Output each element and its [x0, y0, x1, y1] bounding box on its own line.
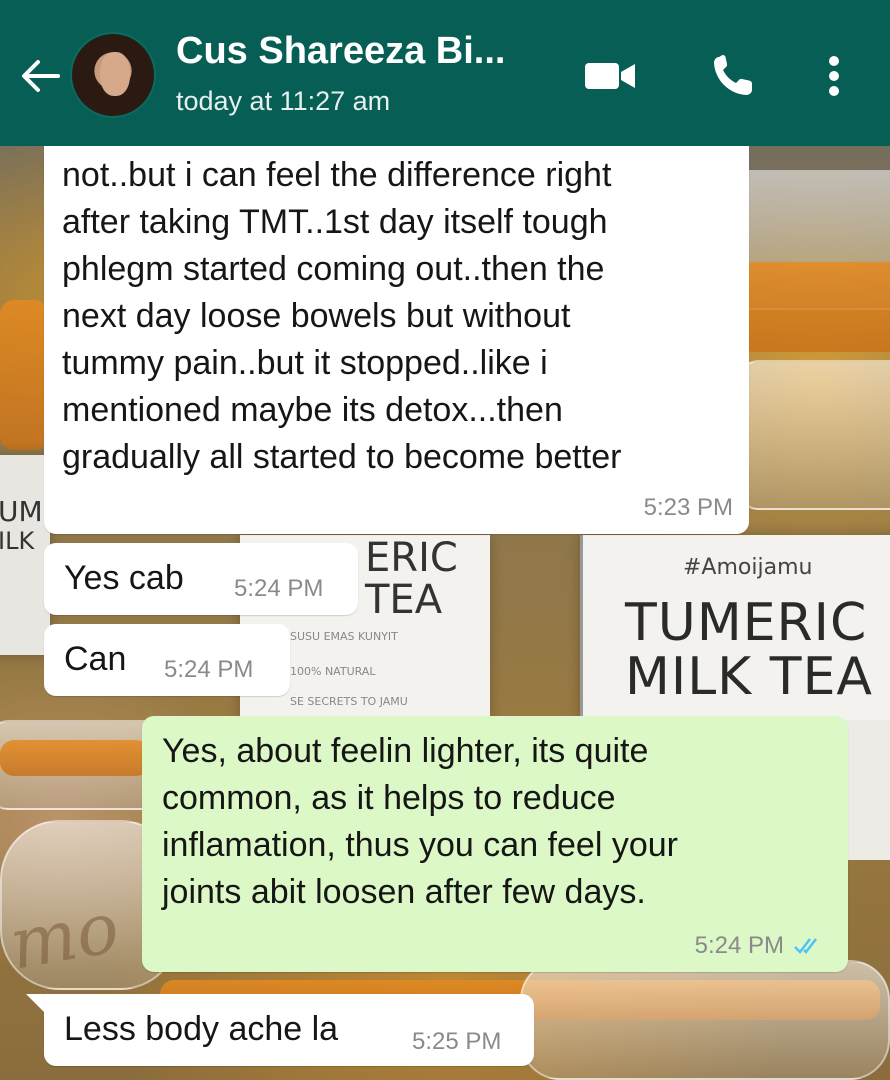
jar-glass-decor: [520, 960, 890, 1080]
label-text: ERIC: [365, 535, 458, 581]
jar-glass-decor: [740, 360, 890, 510]
voice-call-button[interactable]: [703, 48, 763, 104]
message-timestamp: 5:25 PM: [412, 1028, 502, 1055]
message-bubble-outgoing[interactable]: Yes, about feelin lighter, its quite com…: [142, 716, 848, 972]
avatar-face: [100, 52, 130, 96]
message-text: Yes, about feelin lighter, its quite com…: [162, 728, 678, 916]
label-hashtag: #Amoijamu: [683, 555, 813, 580]
last-seen-status: today at 11:27 am: [176, 86, 391, 116]
contact-name[interactable]: Cus Shareeza Bi...: [176, 30, 505, 73]
back-button[interactable]: [14, 48, 66, 104]
video-camera-icon: [585, 63, 635, 89]
label-text: UM: [0, 495, 43, 528]
contact-avatar[interactable]: [70, 32, 156, 118]
message-line: after taking TMT..1st day itself tough: [62, 203, 608, 241]
more-options-button[interactable]: [806, 48, 862, 104]
arrow-left-icon: [22, 60, 60, 92]
jar-label-left: UM ILK: [0, 455, 50, 655]
label-small-text: SE SECRETS TO JAMU: [290, 695, 408, 708]
label-small-text: SUSU EMAS KUNYIT: [290, 630, 398, 643]
message-line: gradually all started to become better: [62, 438, 622, 476]
message-line: next day loose bowels but without: [62, 297, 571, 335]
label-text: MILK TEA: [625, 647, 873, 707]
message-timestamp: 5:23 PM: [643, 494, 733, 521]
label-text: TEA: [365, 577, 443, 623]
message-timestamp: 5:24 PM: [234, 575, 324, 602]
message-line: tummy pain..but it stopped..like i: [62, 344, 548, 382]
message-line: inflamation, thus you can feel your: [162, 826, 678, 864]
message-line: not..but i can feel the difference right: [62, 156, 612, 194]
jar-turmeric-decor: [0, 740, 150, 776]
message-line: phlegm started coming out..then the: [62, 250, 605, 288]
double-check-icon: [794, 938, 817, 954]
message-text: Can: [64, 640, 127, 678]
message-bubble-incoming[interactable]: Can 5:24 PM: [44, 624, 290, 696]
label-text: ILK: [0, 527, 35, 555]
message-text: not..but i can feel the difference right…: [62, 152, 621, 481]
jar-label-right: #Amoijamu TUMERIC MILK TEA: [580, 535, 890, 720]
phone-icon: [714, 55, 752, 95]
message-line: Yes, about feelin lighter, its quite: [162, 732, 649, 770]
message-line: mentioned maybe its detox...then: [62, 391, 563, 429]
jar-turmeric-decor: [740, 262, 890, 352]
bubble-tail: [26, 994, 44, 1012]
message-bubble-incoming[interactable]: not..but i can feel the difference right…: [44, 120, 749, 534]
message-text: Yes cab: [64, 559, 184, 597]
message-timestamp: 5:24 PM: [694, 932, 784, 959]
chat-header-foreground: Cus Shareeza Bi... today at 11:27 am: [0, 0, 890, 146]
label-small-text: 100% NATURAL: [290, 665, 376, 678]
video-call-button[interactable]: [580, 48, 640, 104]
label-text: TUMERIC: [625, 593, 868, 653]
message-bubble-incoming[interactable]: Yes cab 5:24 PM: [44, 543, 358, 615]
message-line: common, as it helps to reduce: [162, 779, 616, 817]
more-vertical-icon: [829, 56, 839, 96]
jar-turmeric-decor: [0, 300, 48, 450]
jar-label-edge: [845, 720, 890, 860]
message-bubble-incoming[interactable]: Less body ache la 5:25 PM: [44, 994, 534, 1066]
message-line: joints abit loosen after few days.: [162, 873, 646, 911]
message-text: Less body ache la: [64, 1010, 339, 1048]
message-timestamp: 5:24 PM: [164, 656, 254, 683]
